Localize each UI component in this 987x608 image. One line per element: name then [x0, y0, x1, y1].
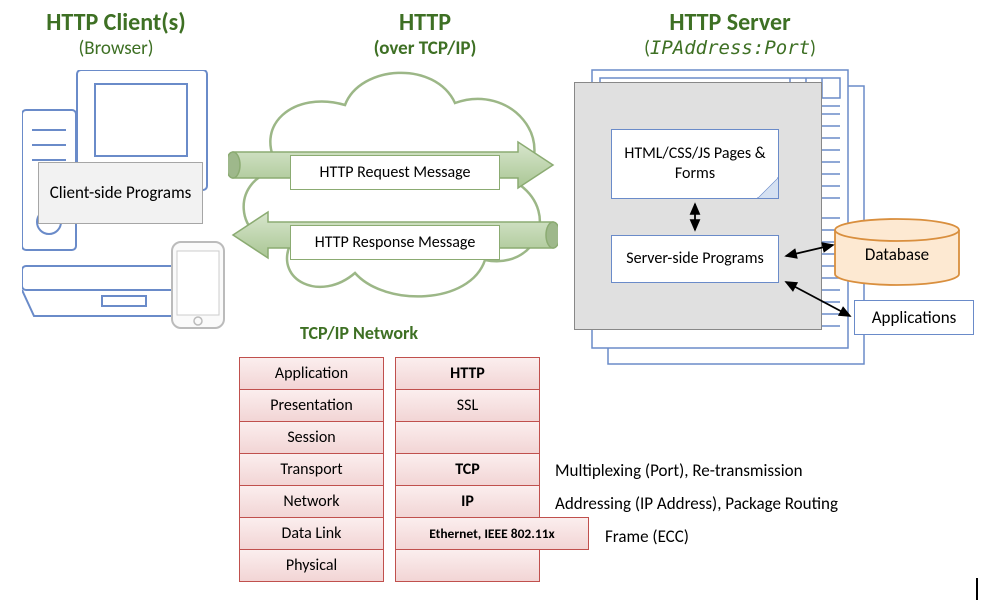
request-message-box: HTTP Request Message	[290, 155, 500, 190]
client-subtitle: (Browser)	[16, 37, 216, 60]
applications-box: Applications	[854, 300, 974, 335]
connector-ssp-apps-icon	[780, 276, 860, 322]
connector-ssp-db-icon	[780, 240, 842, 262]
pages-box: HTML/CSS/JS Pages & Forms	[611, 129, 779, 199]
layer-datalink: Data Link	[239, 517, 384, 550]
layer-session: Session	[239, 421, 384, 454]
text-cursor-icon	[976, 578, 978, 600]
proto-tcp: TCP	[395, 453, 540, 486]
client-header: HTTP Client(s) (Browser)	[16, 8, 216, 60]
proto-http: HTTP	[395, 357, 540, 390]
proto-ssl: SSL	[395, 389, 540, 422]
connector-pages-ssp-icon	[688, 200, 702, 236]
server-programs-box: Server-side Programs	[611, 235, 779, 283]
server-title: HTTP Server	[605, 8, 855, 37]
annotation-transport: Multiplexing (Port), Re-transmission	[555, 460, 803, 481]
annotation-datalink: Frame (ECC)	[605, 526, 689, 547]
server-header: HTTP Server (IPAddress:Port)	[605, 8, 855, 60]
layer-presentation: Presentation	[239, 389, 384, 422]
layer-physical: Physical	[239, 549, 384, 582]
layer-network: Network	[239, 485, 384, 518]
phone-icon	[170, 240, 226, 335]
annotation-network: Addressing (IP Address), Package Routing	[555, 493, 838, 514]
http-header: HTTP (over TCP/IP)	[325, 8, 525, 60]
protocols-column: HTTP SSL TCP IP Ethernet, IEEE 802.11x	[395, 358, 540, 582]
proto-empty-session	[395, 421, 540, 454]
osi-layers-column: Application Presentation Session Transpo…	[239, 358, 384, 582]
http-title: HTTP	[325, 8, 525, 37]
layer-application: Application	[239, 357, 384, 390]
server-subtitle: (IPAddress:Port)	[605, 37, 855, 60]
proto-ip: IP	[395, 485, 540, 518]
tcpip-title: TCP/IP Network	[300, 322, 418, 344]
client-programs-box: Client-side Programs	[38, 162, 203, 224]
proto-ethernet: Ethernet, IEEE 802.11x	[395, 517, 589, 550]
database-label: Database	[832, 244, 962, 265]
layer-transport: Transport	[239, 453, 384, 486]
proto-empty-physical	[395, 549, 540, 582]
client-title: HTTP Client(s)	[16, 8, 216, 37]
response-message-box: HTTP Response Message	[290, 225, 500, 260]
